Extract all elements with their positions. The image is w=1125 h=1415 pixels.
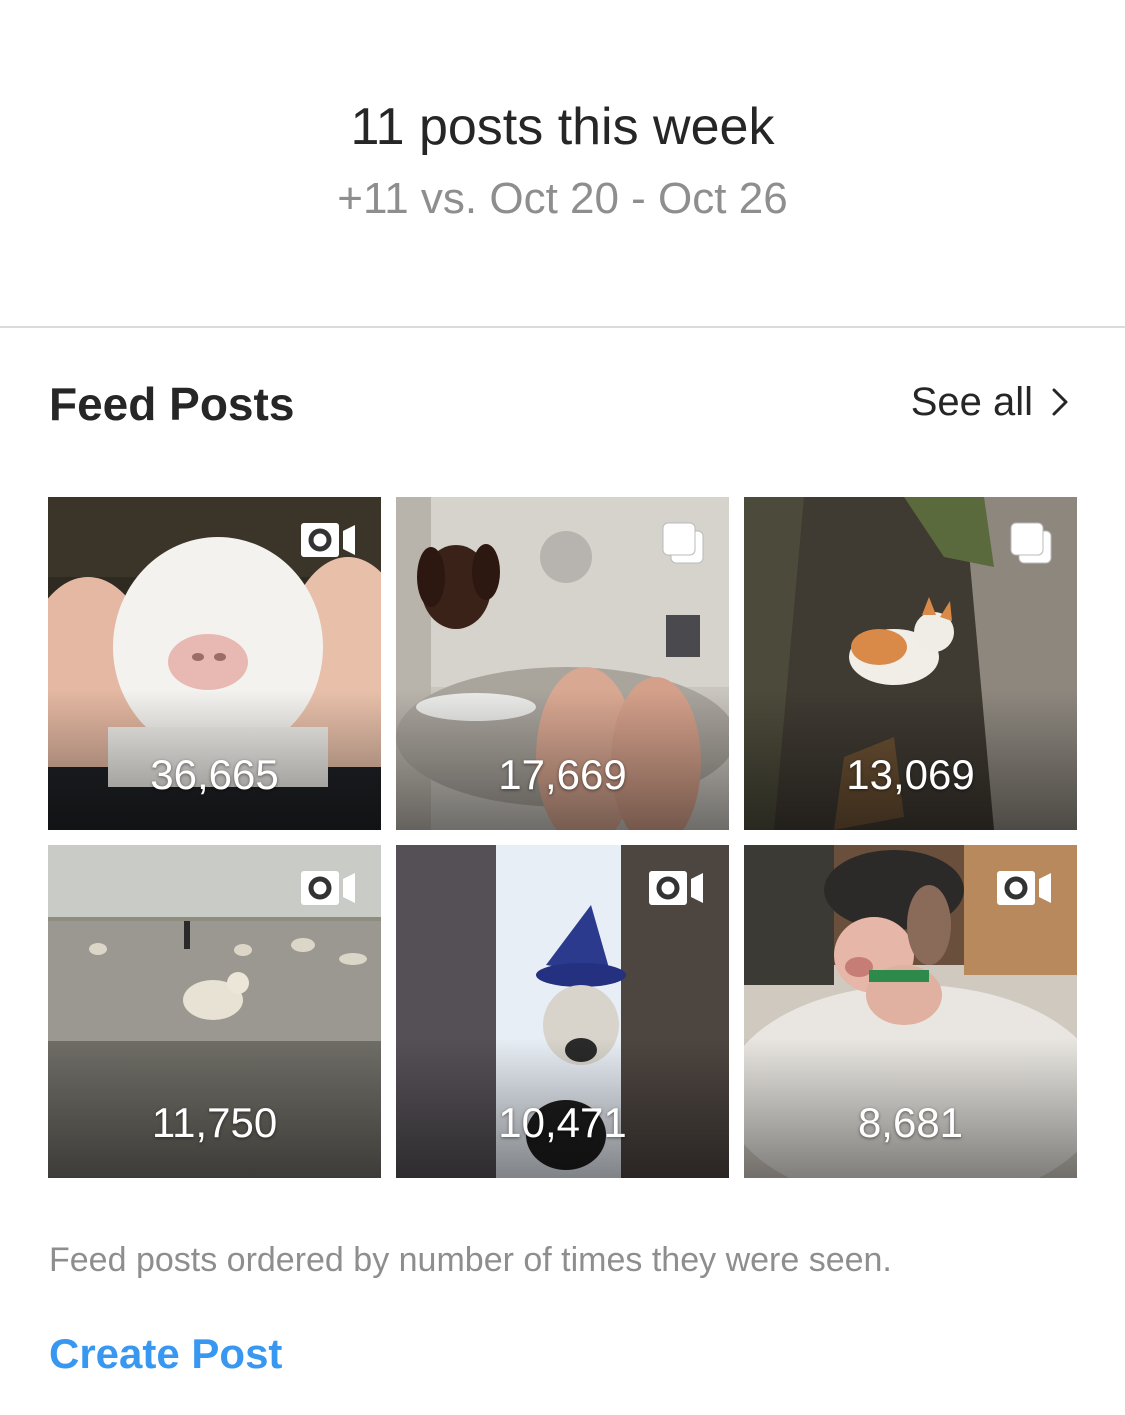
feed-posts-grid: 36,665 17,669 13,069 11,750 10,471 8,681	[48, 497, 1077, 1178]
post-tile[interactable]: 36,665	[48, 497, 381, 830]
post-tile[interactable]: 10,471	[396, 845, 729, 1178]
post-impressions: 36,665	[150, 751, 279, 798]
post-tile[interactable]: 17,669	[396, 497, 729, 830]
create-post-button[interactable]: Create Post	[49, 1328, 282, 1380]
post-impressions: 17,669	[498, 751, 627, 798]
post-tile[interactable]: 8,681	[744, 845, 1077, 1178]
post-impressions: 8,681	[857, 1099, 964, 1146]
chevron-right-icon	[1051, 387, 1069, 417]
posts-count-title: 11 posts this week	[350, 98, 775, 156]
section-title: Feed Posts	[49, 378, 295, 430]
video-icon	[995, 869, 1053, 907]
video-icon	[647, 869, 705, 907]
weekly-summary: 11 posts this week +11 vs. Oct 20 - Oct …	[0, 0, 1125, 326]
carousel-icon	[1009, 521, 1053, 565]
see-all-label: See all	[910, 380, 1033, 424]
post-tile[interactable]: 11,750	[48, 845, 381, 1178]
ordering-note: Feed posts ordered by number of times th…	[49, 1241, 892, 1279]
video-icon	[299, 869, 357, 907]
carousel-icon	[661, 521, 705, 565]
post-impressions: 13,069	[846, 751, 975, 798]
post-tile[interactable]: 13,069	[744, 497, 1077, 830]
see-all-button[interactable]: See all	[911, 376, 1069, 428]
posts-comparison: +11 vs. Oct 20 - Oct 26	[337, 174, 788, 223]
post-impressions: 11,750	[151, 1099, 278, 1146]
video-icon	[299, 521, 357, 559]
post-impressions: 10,471	[498, 1099, 627, 1146]
divider	[0, 326, 1125, 328]
